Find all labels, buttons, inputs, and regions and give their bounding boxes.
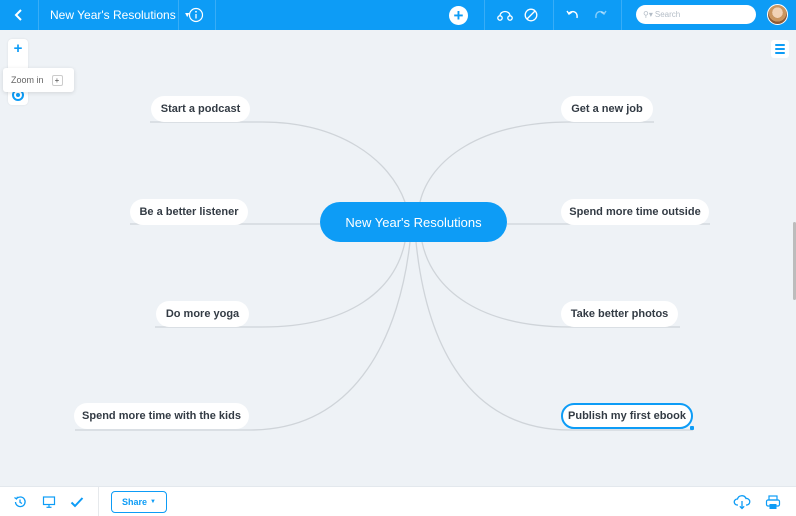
printer-icon (765, 494, 781, 509)
root-node[interactable]: New Year's Resolutions (320, 202, 507, 242)
print-button[interactable] (764, 493, 782, 511)
node-label: Spend more time with the kids (82, 410, 241, 422)
node-spend-more-time-with-the-kids[interactable]: Spend more time with the kids (74, 403, 249, 429)
node-label: Get a new job (571, 103, 643, 115)
zoom-in-button[interactable]: + (8, 39, 28, 59)
link-start-a-podcast (150, 121, 406, 203)
node-get-a-new-job[interactable]: Get a new job (561, 96, 653, 122)
shortcut-key: + (51, 74, 63, 86)
zoom-in-tooltip: Zoom in + (3, 68, 74, 92)
node-label: Take better photos (570, 308, 669, 320)
node-start-a-podcast[interactable]: Start a podcast (151, 96, 250, 122)
node-do-more-yoga[interactable]: Do more yoga (156, 301, 249, 327)
node-publish-my-first-ebook[interactable]: Publish my first ebook (561, 403, 694, 430)
bottom-toolbar: Share ▼ (0, 486, 796, 516)
menu-icon-line (775, 44, 785, 46)
menu-icon-line (775, 48, 785, 50)
share-button[interactable]: Share ▼ (111, 491, 167, 513)
share-label: Share (122, 497, 148, 507)
history-icon (14, 496, 26, 508)
link-spend-time-kids (75, 241, 411, 431)
link-publish-ebook (415, 241, 693, 431)
node-label: Start a podcast (160, 103, 241, 115)
node-label: Do more yoga (165, 308, 240, 320)
node-be-a-better-listener[interactable]: Be a better listener (130, 199, 248, 225)
node-take-better-photos[interactable]: Take better photos (561, 301, 678, 327)
cloud-download-icon (733, 495, 751, 510)
tooltip-label: Zoom in (11, 75, 44, 85)
root-node-label: New Year's Resolutions (345, 214, 482, 230)
tasks-button[interactable] (68, 493, 86, 511)
checkmark-icon (70, 497, 84, 508)
node-label: Be a better listener (139, 206, 239, 218)
node-spend-more-time-outside[interactable]: Spend more time outside (561, 199, 709, 225)
caret-down-icon: ▼ (150, 499, 156, 505)
link-get-a-new-job (419, 121, 654, 203)
menu-icon-line (775, 52, 785, 54)
resize-handle[interactable] (690, 426, 694, 430)
mindmap-links (75, 121, 710, 431)
monitor-icon (42, 496, 56, 508)
divider (98, 487, 99, 516)
node-label: Publish my first ebook (568, 410, 686, 422)
download-button[interactable] (733, 493, 751, 511)
outline-menu-button[interactable] (771, 40, 789, 58)
node-label: Spend more time outside (569, 206, 701, 218)
history-button[interactable] (11, 493, 29, 511)
presentation-button[interactable] (40, 493, 58, 511)
